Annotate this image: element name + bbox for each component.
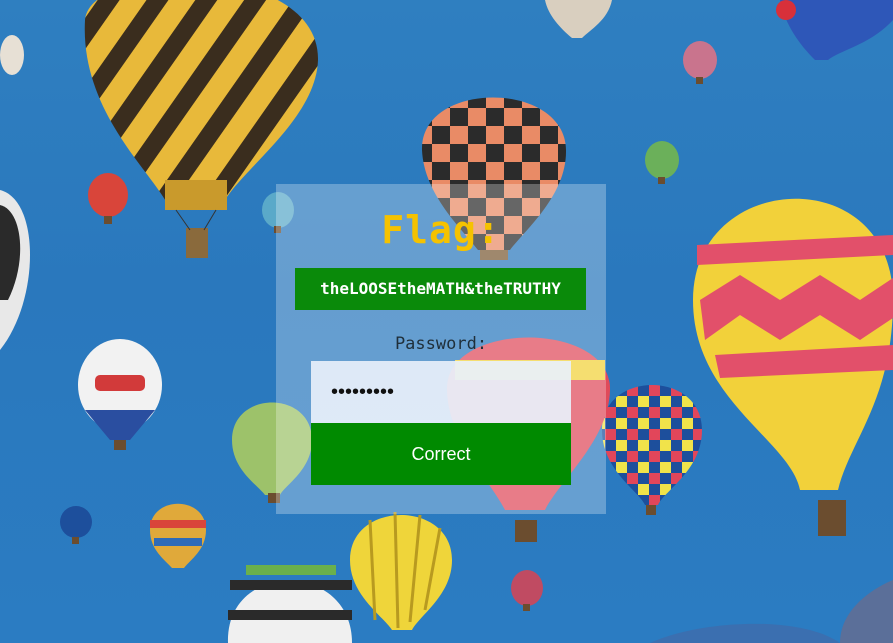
balloon-top-right xyxy=(780,0,893,60)
balloon-small-6 xyxy=(511,570,543,611)
login-panel: Flag: theLOOSEtheMATH&theTRUTHY Password… xyxy=(276,184,606,514)
balloon-yellow-zigzag xyxy=(693,198,893,536)
balloon-small-4 xyxy=(645,141,679,184)
submit-button[interactable]: Correct xyxy=(311,423,571,485)
password-input[interactable] xyxy=(311,361,571,423)
balloon-rainbow xyxy=(150,503,206,568)
balloon-top-center xyxy=(545,0,612,38)
balloon-wonder xyxy=(78,339,162,450)
password-label: Password: xyxy=(394,334,488,354)
flag-title: Flag: xyxy=(381,208,501,252)
balloon-bottom-right xyxy=(840,580,893,643)
balloon-yellow-bottom xyxy=(350,511,452,630)
balloon-black-white xyxy=(227,565,352,643)
balloon-small-1 xyxy=(88,173,128,224)
flag-value: theLOOSEtheMATH&theTRUTHY xyxy=(295,268,586,310)
balloon-small-7 xyxy=(0,35,24,75)
balloon-small-3 xyxy=(683,41,717,84)
balloon-small-5 xyxy=(60,506,92,544)
balloon-blue-checker xyxy=(602,385,702,515)
